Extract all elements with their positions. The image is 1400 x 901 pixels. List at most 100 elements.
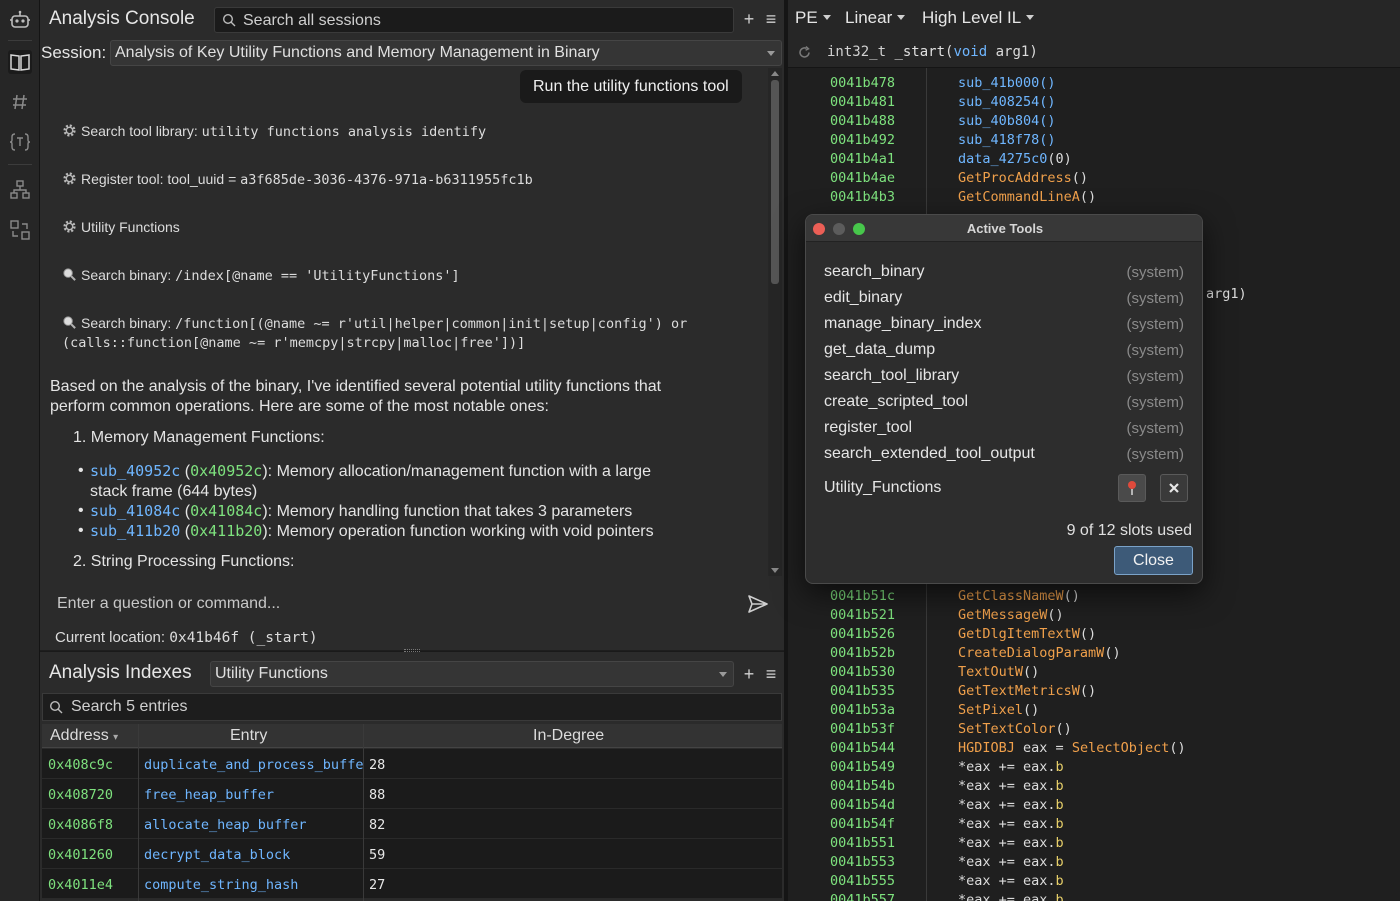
disasm-line[interactable]: 0041b555 *eax += eax.b — [788, 873, 1400, 892]
line-address: 0041b4ae — [830, 170, 896, 186]
instruction-token: b — [1055, 816, 1064, 832]
exchange-icon[interactable] — [8, 218, 32, 242]
resize-grip[interactable] — [404, 649, 420, 652]
session-row: Session: Analysis of Key Utility Functio… — [40, 40, 784, 66]
instruction-token: *eax += eax. — [958, 835, 1056, 851]
menu-button[interactable]: ≡ — [762, 664, 780, 684]
disasm-line[interactable]: 0041b53a SetPixel() — [788, 702, 1400, 721]
add-index-button[interactable]: + — [740, 664, 758, 684]
list-item: • sub_411b20 (0x411b20): Memory operatio… — [78, 522, 654, 540]
disasm-line[interactable]: 0041b530 TextOutW() — [788, 664, 1400, 683]
tool-call-prefix: Search tool library: — [81, 123, 202, 139]
disasm-line[interactable]: 0041b51c GetClassNameW() — [788, 588, 1400, 607]
instruction-token: () — [1047, 607, 1064, 623]
menu-button[interactable]: ≡ — [762, 9, 780, 29]
pin-tool-button[interactable] — [1118, 474, 1146, 502]
address-link[interactable]: 0x41084c — [190, 502, 262, 520]
remove-tool-button[interactable] — [1160, 474, 1188, 502]
column-header-in-degree[interactable]: In-Degree — [533, 727, 604, 745]
table-row[interactable]: 0x408c9c duplicate_and_process_buffer 28 — [42, 749, 782, 779]
scrollbar-thumb[interactable] — [771, 80, 779, 284]
instruction-token: b — [1055, 873, 1064, 889]
dialog-title: Active Tools — [966, 221, 1044, 236]
scroll-up-arrow[interactable] — [771, 71, 779, 76]
view-mode-dropdown[interactable]: Linear — [845, 8, 906, 28]
table-row[interactable]: 0x408720 free_heap_buffer 88 — [42, 779, 782, 809]
line-instruction: *eax += eax.b — [958, 873, 1064, 889]
disasm-line[interactable]: 0041b557 *eax += eax.b — [788, 892, 1400, 901]
hierarchy-icon[interactable] — [8, 178, 32, 202]
type-braces-icon[interactable] — [8, 130, 32, 154]
line-instruction: GetProcAddress() — [958, 170, 1088, 186]
disasm-line[interactable]: 0041b4ae GetProcAddress() — [788, 170, 1400, 189]
disasm-line[interactable]: 0041b492 sub_418f78() — [788, 132, 1400, 151]
disasm-line[interactable]: 0041b54d *eax += eax.b — [788, 797, 1400, 816]
tool-list-item[interactable]: search_tool_library (system) — [824, 367, 1186, 389]
book-icon[interactable] — [8, 50, 32, 74]
cell-entry: allocate_heap_buffer — [144, 817, 307, 833]
assistant-answer-line: perform common operations. Here are some… — [50, 398, 549, 415]
disasm-line[interactable]: 0041b553 *eax += eax.b — [788, 854, 1400, 873]
scroll-down-arrow[interactable] — [771, 568, 779, 573]
tool-list-item[interactable]: edit_binary (system) — [824, 289, 1186, 311]
index-select-value: Utility Functions — [215, 665, 328, 682]
line-address: 0041b53a — [830, 702, 896, 718]
add-session-button[interactable]: + — [740, 9, 758, 29]
index-select[interactable]: Utility Functions — [210, 661, 734, 687]
disasm-line[interactable]: 0041b52b CreateDialogParamW() — [788, 645, 1400, 664]
hash-icon[interactable] — [8, 90, 32, 114]
entries-search-placeholder: Search 5 entries — [71, 698, 188, 715]
disasm-line[interactable]: 0041b478 sub_41b000() — [788, 75, 1400, 94]
table-row[interactable]: 0x401260 decrypt_data_block 59 — [42, 839, 782, 869]
cell-in-degree: 82 — [369, 817, 386, 833]
disasm-line[interactable]: 0041b549 *eax += eax.b — [788, 759, 1400, 778]
line-address: 0041b54d — [830, 797, 896, 813]
send-icon[interactable] — [747, 594, 769, 614]
tool-list-item[interactable]: register_tool (system) — [824, 419, 1186, 441]
chat-scrollbar[interactable] — [768, 68, 782, 576]
disasm-line[interactable]: 0041b535 GetTextMetricsW() — [788, 683, 1400, 702]
disasm-line[interactable]: 0041b4a1 data_4275c0(0) — [788, 151, 1400, 170]
close-button[interactable]: Close — [1114, 546, 1193, 575]
rail-divider — [8, 40, 32, 41]
function-link[interactable]: sub_41084c — [90, 502, 180, 520]
disasm-line[interactable]: 0041b481 sub_408254() — [788, 94, 1400, 113]
tool-tag: (system) — [1126, 342, 1185, 359]
il-level-dropdown[interactable]: High Level IL — [922, 8, 1035, 28]
robot-icon[interactable] — [8, 8, 32, 32]
disasm-line[interactable]: 0041b526 GetDlgItemTextW() — [788, 626, 1400, 645]
column-header-address[interactable]: Address ▾ — [50, 727, 118, 745]
refresh-icon[interactable] — [798, 46, 811, 59]
disasm-line[interactable]: 0041b488 sub_40b804() — [788, 113, 1400, 132]
table-row[interactable]: 0x4011e4 compute_string_hash 27 — [42, 869, 782, 899]
search-icon — [222, 13, 236, 27]
session-search-input[interactable]: Search all sessions — [214, 7, 734, 33]
tool-list-item[interactable]: get_data_dump (system) — [824, 341, 1186, 363]
function-link[interactable]: sub_40952c — [90, 462, 180, 480]
tool-list-item[interactable]: search_binary (system) — [824, 263, 1186, 285]
question-input[interactable]: Enter a question or command... — [40, 578, 784, 630]
cell-address: 0x4086f8 — [48, 817, 114, 833]
disasm-line[interactable]: 0041b53f SetTextColor() — [788, 721, 1400, 740]
session-select[interactable]: Analysis of Key Utility Functions and Me… — [110, 40, 782, 66]
tool-list-item[interactable]: search_extended_tool_output (system) — [824, 445, 1186, 467]
line-instruction: sub_40b804() — [958, 113, 1056, 129]
disasm-line[interactable]: 0041b521 GetMessageW() — [788, 607, 1400, 626]
tool-list-item[interactable]: manage_binary_index (system) — [824, 315, 1186, 337]
line-address: 0041b492 — [830, 132, 896, 148]
disasm-line[interactable]: 0041b544 HGDIOBJ eax = SelectObject() — [788, 740, 1400, 759]
disasm-line[interactable]: 0041b54f *eax += eax.b — [788, 816, 1400, 835]
address-link[interactable]: 0x40952c — [190, 462, 262, 480]
disasm-line[interactable]: 0041b4b3 GetCommandLineA() — [788, 189, 1400, 208]
disasm-line[interactable]: 0041b551 *eax += eax.b — [788, 835, 1400, 854]
entries-search-input[interactable]: Search 5 entries — [42, 693, 782, 721]
function-link[interactable]: sub_411b20 — [90, 522, 180, 540]
table-row[interactable]: 0x4086f8 allocate_heap_buffer 82 — [42, 809, 782, 839]
column-header-entry[interactable]: Entry — [230, 727, 267, 745]
address-link[interactable]: 0x411b20 — [190, 522, 262, 540]
binary-view-type-dropdown[interactable]: PE — [795, 8, 831, 28]
disasm-line[interactable]: 0041b54b *eax += eax.b — [788, 778, 1400, 797]
tool-list-item[interactable]: create_scripted_tool (system) — [824, 393, 1186, 415]
line-address: 0041b4b3 — [830, 189, 896, 205]
instruction-token: CreateDialogParamW — [958, 645, 1105, 661]
